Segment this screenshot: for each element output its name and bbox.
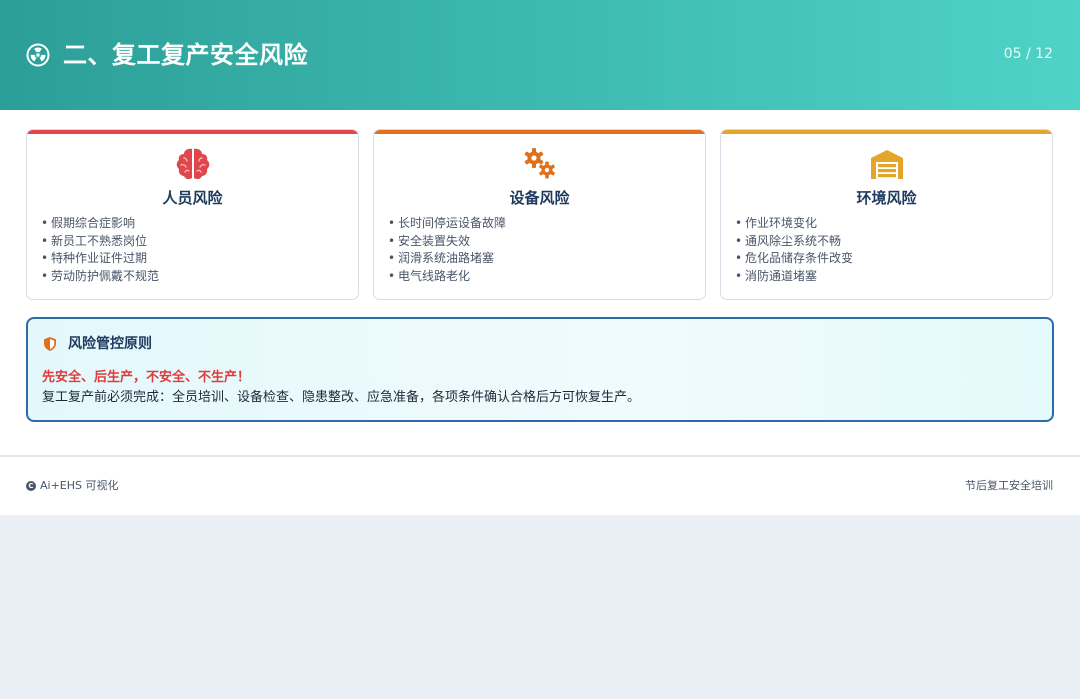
risk-list: 作业环境变化 通风除尘系统不畅 危化品储存条件改变 消防通道堵塞	[735, 215, 853, 285]
list-item: 润滑系统油路堵塞	[388, 250, 506, 268]
list-item: 消防通道堵塞	[735, 268, 853, 286]
card-accent-bar	[27, 130, 358, 134]
principle-text: 复工复产前必须完成：全员培训、设备检查、隐患整改、应急准备，各项条件确认合格后方…	[42, 390, 641, 405]
footer-course: 节后复工安全培训	[965, 479, 1053, 492]
list-item: 通风除尘系统不畅	[735, 233, 853, 251]
brain-icon	[176, 148, 209, 180]
list-item: 假期综合症影响	[41, 215, 159, 233]
list-item: 长时间停运设备故障	[388, 215, 506, 233]
list-item: 劳动防护佩戴不规范	[41, 268, 159, 286]
card-accent-bar	[374, 130, 705, 134]
risk-card-personnel: 人员风险 假期综合症影响 新员工不熟悉岗位 特种作业证件过期 劳动防护佩戴不规范	[26, 129, 359, 300]
list-item: 作业环境变化	[735, 215, 853, 233]
risk-list: 长时间停运设备故障 安全装置失效 润滑系统油路堵塞 电气线路老化	[388, 215, 506, 285]
principle-warning: 先安全、后生产，不安全、不生产！	[42, 370, 251, 385]
slide: 二、复工复产安全风险 05 / 12 人员风险 假期综合症影响 新员工不熟悉岗位…	[0, 0, 1080, 515]
brand-label: Ai+EHS 可视化	[40, 479, 119, 492]
risk-card-equipment: 设备风险 长时间停运设备故障 安全装置失效 润滑系统油路堵塞 电气线路老化	[373, 129, 706, 300]
risk-cards: 人员风险 假期综合症影响 新员工不熟悉岗位 特种作业证件过期 劳动防护佩戴不规范	[26, 129, 1054, 300]
card-title: 人员风险	[162, 189, 223, 207]
page-indicator: 05 / 12	[1003, 46, 1053, 62]
page-title: 二、复工复产安全风险	[63, 41, 308, 69]
list-item: 电气线路老化	[388, 268, 506, 286]
list-item: 特种作业证件过期	[41, 250, 159, 268]
card-title: 设备风险	[509, 189, 570, 207]
list-item: 新员工不熟悉岗位	[41, 233, 159, 251]
footer-brand: C Ai+EHS 可视化	[26, 478, 119, 494]
copyright-icon: C	[26, 481, 36, 491]
risk-principle-box: 风险管控原则 先安全、后生产，不安全、不生产！ 复工复产前必须完成：全员培训、设…	[26, 317, 1054, 422]
principle-title: 风险管控原则	[68, 336, 152, 352]
list-item: 安全装置失效	[388, 233, 506, 251]
slide-header: 二、复工复产安全风险 05 / 12	[0, 0, 1080, 110]
card-title: 环境风险	[856, 189, 917, 207]
footer-divider	[0, 455, 1080, 457]
card-accent-bar	[721, 130, 1052, 134]
risk-card-environment: 环境风险 作业环境变化 通风除尘系统不畅 危化品储存条件改变 消防通道堵塞	[720, 129, 1053, 300]
list-item: 危化品储存条件改变	[735, 250, 853, 268]
radiation-icon	[26, 43, 50, 67]
shield-icon	[44, 337, 56, 351]
risk-list: 假期综合症影响 新员工不熟悉岗位 特种作业证件过期 劳动防护佩戴不规范	[41, 215, 159, 285]
warehouse-icon	[870, 150, 903, 179]
gears-icon	[524, 148, 555, 179]
